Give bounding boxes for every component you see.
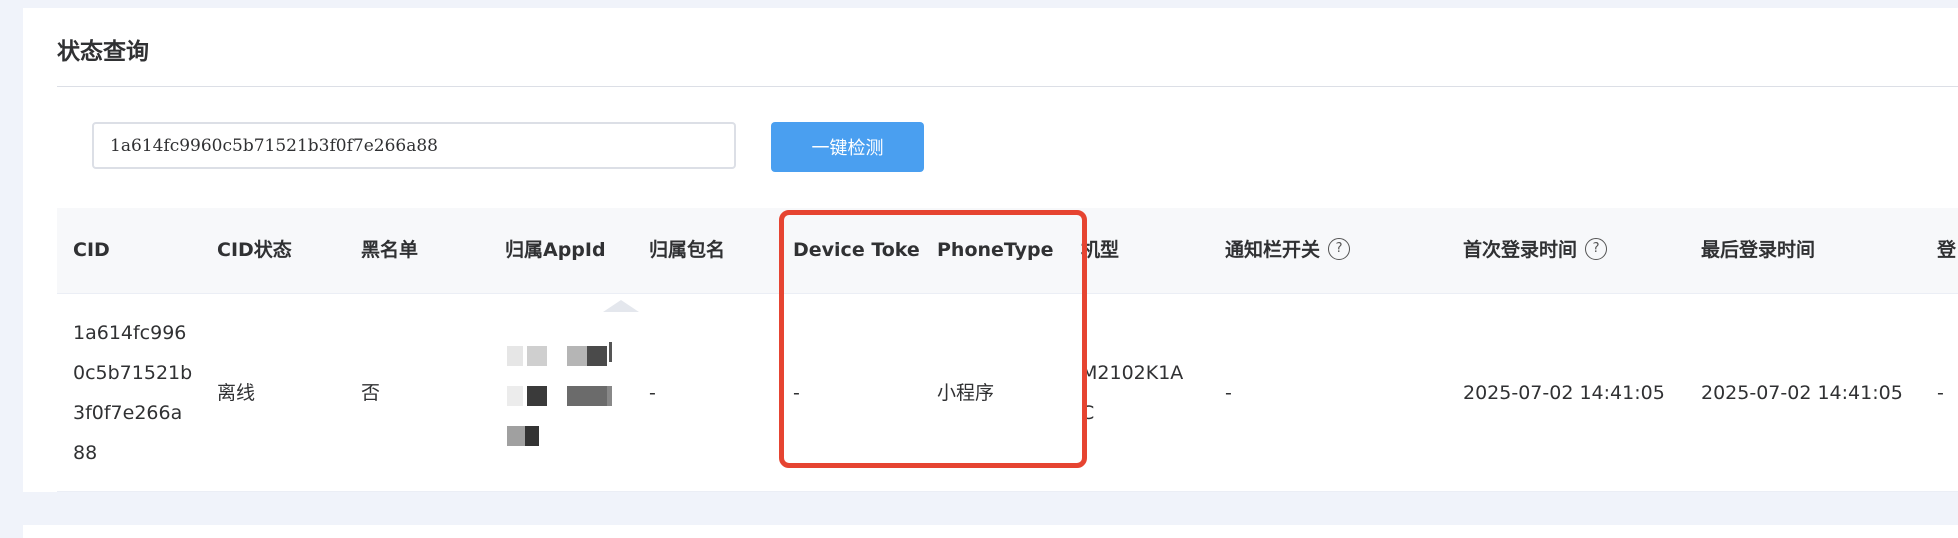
redacted-appid [505, 294, 615, 491]
status-table: CID CID状态 黑名单 归属AppId 归属包名 Device Token … [57, 208, 1958, 492]
cell-package: - [649, 381, 656, 404]
column-header-cid-status: CID状态 [217, 239, 292, 261]
question-circle-icon[interactable]: ? [1585, 237, 1608, 260]
tooltip-caret [603, 300, 639, 312]
cell-last-col: - [1937, 381, 1944, 404]
column-header-last-login: 最后登录时间 [1701, 239, 1816, 261]
column-header-notify-switch: 通知栏开关? [1225, 208, 1445, 293]
question-circle-icon[interactable]: ? [1328, 237, 1351, 260]
cell-cid: 1a614fc9960c5b71521b3f0f7e266a88 [73, 321, 193, 464]
cell-model: M2102K1AC [1081, 361, 1184, 424]
column-header-appid: 归属AppId [505, 239, 606, 261]
cell-last-login: 2025-07-02 14:41:05 [1701, 381, 1903, 404]
status-query-panel: 状态查询 一键检测 CID CID状态 黑名单 归属AppId 归属包名 Dev… [23, 8, 1958, 492]
cell-first-login: 2025-07-02 14:41:05 [1463, 381, 1665, 404]
cell-appid-redacted [505, 294, 615, 491]
column-header-cid: CID [73, 239, 110, 261]
cell-blacklist: 否 [361, 381, 381, 404]
cell-notify-switch: - [1225, 381, 1232, 404]
column-header-model: 机型 [1081, 239, 1120, 261]
cid-search-input[interactable] [92, 122, 736, 169]
column-header-package: 归属包名 [649, 239, 726, 261]
page-title: 状态查询 [57, 39, 149, 65]
detect-button[interactable]: 一键检测 [771, 122, 924, 172]
table-row: 1a614fc9960c5b71521b3f0f7e266a88 离线 否 - … [57, 294, 1958, 492]
cell-cid-status: 离线 [217, 381, 256, 404]
column-header-phone-type: PhoneType [937, 239, 1054, 261]
column-header-device-token: Device Token [793, 239, 921, 261]
column-header-blacklist: 黑名单 [361, 239, 419, 261]
title-divider [57, 86, 1958, 87]
column-header-first-login: 首次登录时间? [1463, 208, 1693, 293]
next-panel-edge [23, 525, 1958, 538]
table-header: CID CID状态 黑名单 归属AppId 归属包名 Device Token … [57, 208, 1958, 294]
cell-phone-type: 小程序 [937, 381, 995, 404]
column-header-last-col: 登 [1937, 239, 1957, 261]
cell-device-token: - [793, 381, 800, 404]
